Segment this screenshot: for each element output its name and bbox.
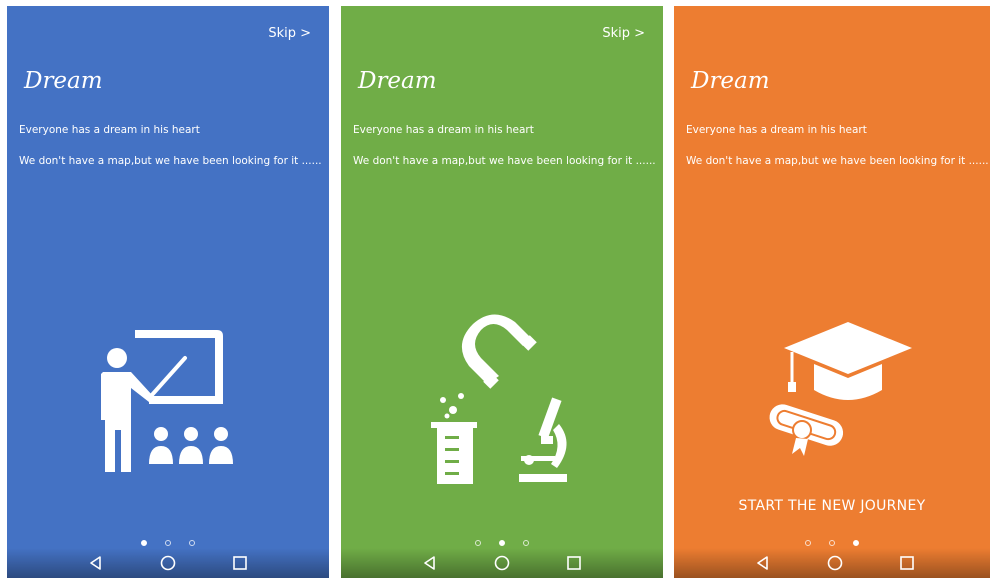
onboarding-screen-2: Skip > Dream Everyone has a dream in his… <box>341 6 663 578</box>
tagline-2: We don't have a map,but we have been loo… <box>686 155 989 167</box>
tagline-1: Everyone has a dream in his heart <box>19 124 200 136</box>
page-dot-3[interactable] <box>853 540 859 546</box>
system-navbar <box>341 548 663 578</box>
screen-title: Dream <box>24 68 103 94</box>
page-indicator <box>674 540 990 546</box>
back-triangle-icon[interactable] <box>754 554 772 572</box>
skip-button[interactable]: Skip > <box>602 26 645 41</box>
home-circle-icon[interactable] <box>493 554 511 572</box>
page-dot-3[interactable] <box>523 540 529 546</box>
recent-square-icon[interactable] <box>565 554 583 572</box>
page-dot-1[interactable] <box>805 540 811 546</box>
screen-title: Dream <box>358 68 437 94</box>
tagline-2: We don't have a map,but we have been loo… <box>353 155 656 167</box>
back-triangle-icon[interactable] <box>87 554 105 572</box>
page-indicator <box>7 540 329 546</box>
tagline-1: Everyone has a dream in his heart <box>686 124 867 136</box>
onboarding-screen-3: Dream Everyone has a dream in his heart … <box>674 6 990 578</box>
science-lab-icon <box>431 314 567 484</box>
screen-title: Dream <box>691 68 770 94</box>
onboarding-screen-1: Skip > Dream Everyone has a dream in his… <box>7 6 329 578</box>
system-navbar <box>7 548 329 578</box>
skip-button[interactable]: Skip > <box>268 26 311 41</box>
home-circle-icon[interactable] <box>826 554 844 572</box>
system-navbar <box>674 548 990 578</box>
page-dot-3[interactable] <box>189 540 195 546</box>
graduation-cap-diploma-icon <box>769 322 912 456</box>
page-dot-1[interactable] <box>475 540 481 546</box>
teacher-classroom-icon <box>101 330 233 472</box>
home-circle-icon[interactable] <box>159 554 177 572</box>
page-dot-2[interactable] <box>499 540 505 546</box>
back-triangle-icon[interactable] <box>421 554 439 572</box>
start-journey-button[interactable]: START THE NEW JOURNEY <box>674 498 990 514</box>
recent-square-icon[interactable] <box>231 554 249 572</box>
tagline-2: We don't have a map,but we have been loo… <box>19 155 322 167</box>
page-dot-1[interactable] <box>141 540 147 546</box>
recent-square-icon[interactable] <box>898 554 916 572</box>
page-dot-2[interactable] <box>829 540 835 546</box>
page-indicator <box>341 540 663 546</box>
page-dot-2[interactable] <box>165 540 171 546</box>
tagline-1: Everyone has a dream in his heart <box>353 124 534 136</box>
